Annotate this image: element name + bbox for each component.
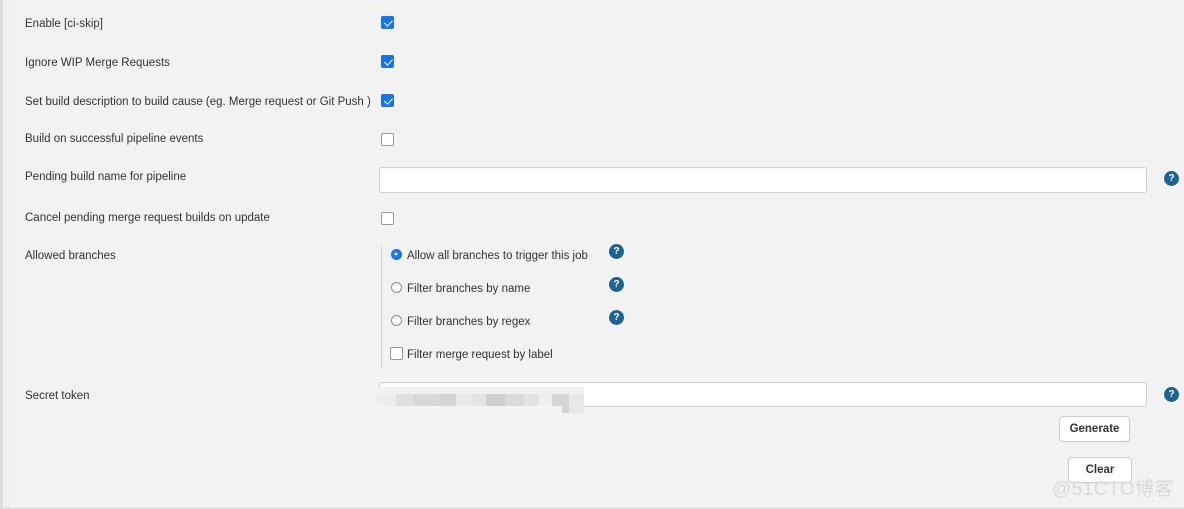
label-build-on-successful-pipeline-events: Build on successful pipeline events: [25, 133, 204, 145]
checkbox-enable-ci-skip[interactable]: [381, 16, 394, 29]
checkbox-set-build-description[interactable]: [381, 94, 394, 107]
label-ignore-wip-merge-requests: Ignore WIP Merge Requests: [25, 57, 170, 69]
radio-allow-all-branches[interactable]: [391, 249, 402, 260]
gitlab-trigger-config-panel: Enable [ci-skip] Ignore WIP Merge Reques…: [0, 0, 1184, 509]
option-label-filter-merge-request-by-label: Filter merge request by label: [407, 349, 553, 361]
form-row-cancel-pending-merge-request-builds: Cancel pending merge request builds on u…: [3, 210, 1184, 248]
radio-filter-branches-by-regex[interactable]: [391, 315, 402, 326]
label-pending-build-name: Pending build name for pipeline: [25, 171, 187, 183]
help-icon-allow-all-branches[interactable]: ?: [609, 244, 624, 259]
label-set-build-description: Set build description to build cause (eg…: [25, 96, 371, 108]
label-secret-token: Secret token: [25, 390, 90, 402]
help-icon-filter-branches-by-regex[interactable]: ?: [609, 310, 624, 325]
allowed-branches-option-group: Allow all branches to trigger this job ?…: [381, 244, 682, 368]
radio-filter-branches-by-name[interactable]: [391, 282, 402, 293]
checkbox-cancel-pending-merge-request-builds[interactable]: [381, 212, 394, 225]
label-cancel-pending-merge-request-builds: Cancel pending merge request builds on u…: [25, 212, 270, 224]
site-watermark: @51CTO博客: [1051, 479, 1174, 500]
label-allowed-branches: Allowed branches: [25, 250, 116, 262]
input-pending-build-name[interactable]: [379, 167, 1147, 193]
form-row-secret-token: Secret token ?: [3, 382, 1184, 426]
generate-button[interactable]: Generate: [1059, 416, 1130, 442]
checkbox-build-on-successful-pipeline-events[interactable]: [381, 133, 394, 146]
input-secret-token[interactable]: [379, 382, 1147, 407]
option-label-allow-all-branches: Allow all branches to trigger this job: [407, 250, 588, 262]
form-row-build-on-successful-pipeline-events: Build on successful pipeline events: [3, 131, 1184, 169]
checkbox-filter-merge-request-by-label[interactable]: [390, 347, 403, 360]
help-icon-filter-branches-by-name[interactable]: ?: [609, 277, 624, 292]
form-row-set-build-description: Set build description to build cause (eg…: [3, 94, 1184, 132]
help-icon-secret-token[interactable]: ?: [1164, 387, 1179, 402]
form-row-enable-ci-skip: Enable [ci-skip]: [3, 16, 1184, 54]
form-row-ignore-wip-merge-requests: Ignore WIP Merge Requests: [3, 55, 1184, 93]
label-enable-ci-skip: Enable [ci-skip]: [25, 18, 103, 30]
option-label-filter-branches-by-name: Filter branches by name: [407, 283, 531, 295]
checkbox-ignore-wip-merge-requests[interactable]: [381, 55, 394, 68]
help-icon-pending-build-name[interactable]: ?: [1164, 171, 1179, 186]
form-row-pending-build-name: Pending build name for pipeline ?: [3, 167, 1184, 207]
option-label-filter-branches-by-regex: Filter branches by regex: [407, 316, 531, 328]
